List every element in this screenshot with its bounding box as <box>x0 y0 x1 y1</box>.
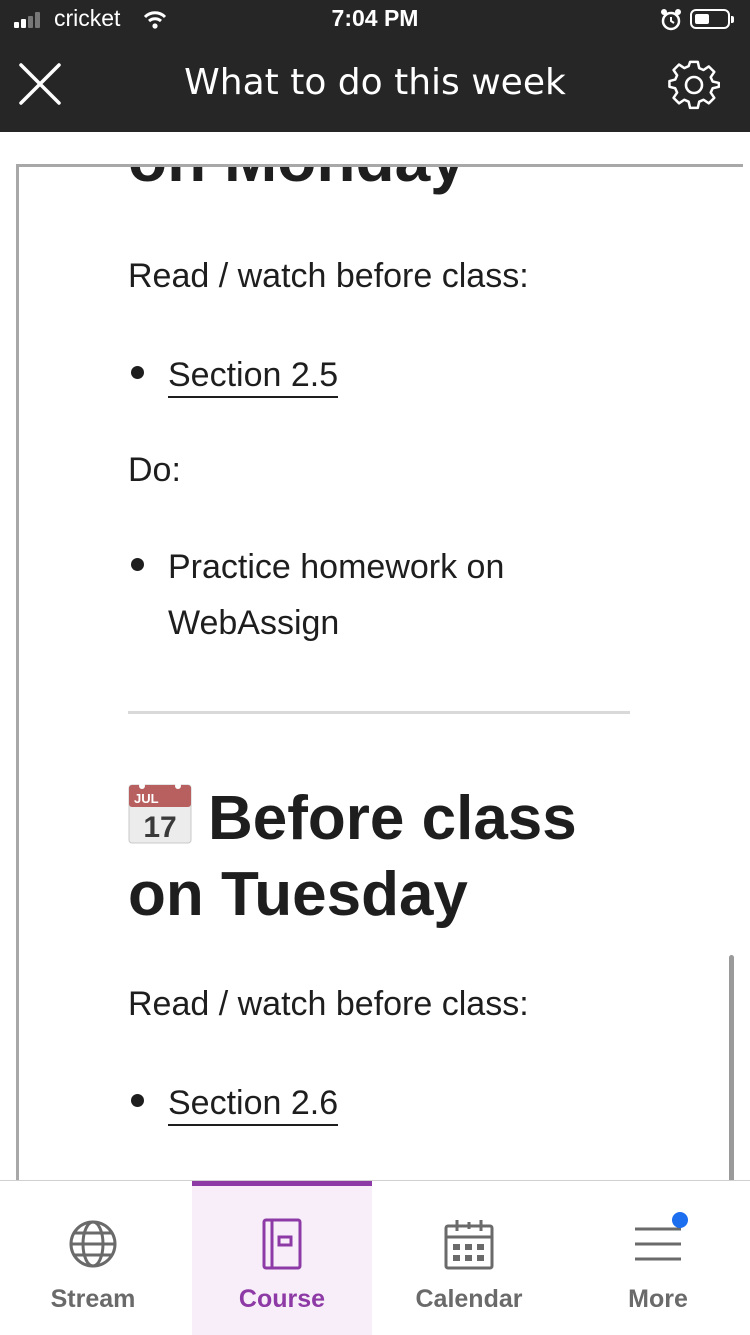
content-frame[interactable]: on Monday Read / watch before class: Sec… <box>16 164 743 1183</box>
calendar-emoji-icon: JUL 17 <box>128 781 192 845</box>
calendar-emoji-month: JUL <box>134 791 159 806</box>
tab-stream[interactable]: Stream <box>0 1181 186 1335</box>
monday-do-label: Do: <box>128 451 181 489</box>
bottom-tab-bar: Stream Course Calendar More <box>0 1180 750 1335</box>
calendar-emoji-day: 17 <box>143 811 176 844</box>
bullet <box>131 366 144 379</box>
monday-heading: on Monday <box>128 167 466 196</box>
bullet <box>131 558 144 571</box>
tab-label: Stream <box>50 1285 136 1313</box>
do-item-line2: WebAssign <box>168 604 340 642</box>
tab-more[interactable]: More <box>566 1181 750 1335</box>
bullet <box>131 1094 144 1107</box>
course-book-icon <box>262 1218 302 1270</box>
settings-gear-icon[interactable] <box>668 59 720 111</box>
status-time: 7:04 PM <box>331 5 419 31</box>
section-2-6-link[interactable]: Section 2.6 <box>168 1084 339 1126</box>
tab-course[interactable]: Course <box>192 1181 372 1335</box>
do-item-line1: Practice homework on <box>168 548 505 586</box>
calendar-icon <box>444 1220 494 1270</box>
active-tab-indicator <box>192 1181 372 1186</box>
section-2-5-link[interactable]: Section 2.5 <box>168 356 339 398</box>
scrollbar[interactable] <box>729 955 734 1183</box>
monday-read-label: Read / watch before class: <box>128 257 529 295</box>
status-bar: cricket 7:04 PM <box>0 0 750 40</box>
alarm-icon <box>661 9 681 31</box>
tuesday-heading-text: Before class on Tuesday <box>128 784 577 929</box>
battery-icon <box>690 9 734 29</box>
tuesday-heading: JUL 17 Before class on Tuesday <box>128 781 648 933</box>
tab-label: Calendar <box>415 1285 523 1313</box>
globe-icon <box>69 1220 117 1268</box>
tuesday-read-label: Read / watch before class: <box>128 985 529 1023</box>
page-title: What to do this week <box>184 62 566 103</box>
tab-calendar[interactable]: Calendar <box>378 1181 560 1335</box>
notification-dot <box>672 1212 688 1228</box>
tab-label: Course <box>238 1285 326 1313</box>
app-header: What to do this week <box>0 40 750 132</box>
divider <box>128 711 630 714</box>
tab-label: More <box>628 1285 688 1313</box>
